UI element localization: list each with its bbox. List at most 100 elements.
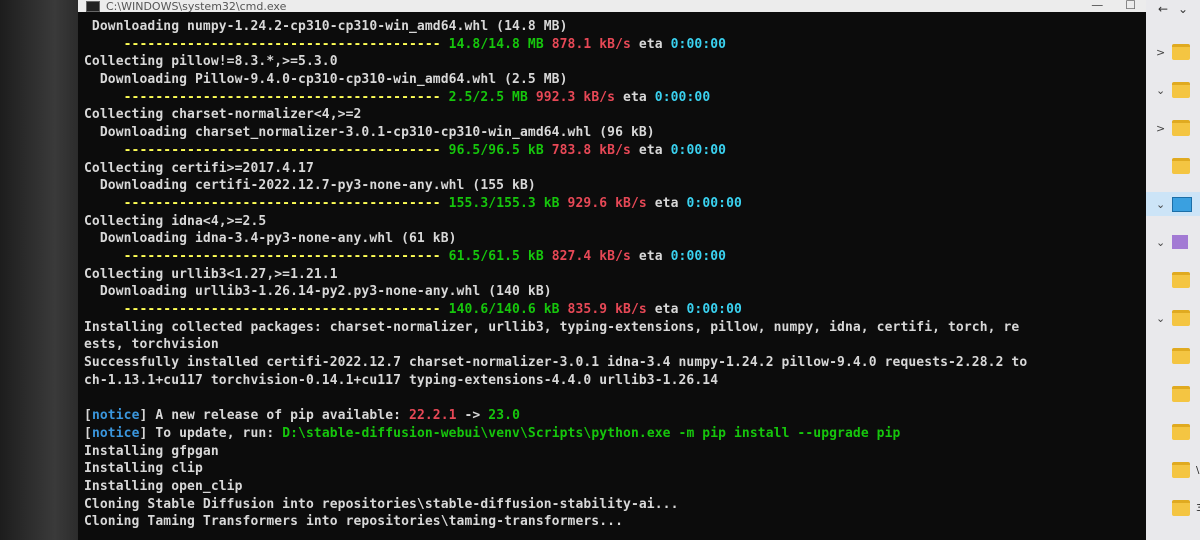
terminal-text-segment: Collecting certifi>=2017.4.17	[84, 160, 314, 176]
terminal-text-segment: eta	[638, 142, 671, 158]
terminal-text-segment: 878.1 kB/s	[551, 36, 639, 52]
terminal-line: ch-1.13.1+cu117 torchvision-0.14.1+cu117…	[84, 372, 1146, 390]
nav-pane-item[interactable]: >	[1146, 116, 1200, 140]
terminal-line: [notice] A new release of pip available:…	[84, 407, 1146, 425]
terminal-line: Collecting pillow!=8.3.*,>=5.3.0	[84, 53, 1146, 71]
terminal-line: ----------------------------------------…	[84, 142, 1146, 160]
folder-icon	[1172, 424, 1190, 440]
explorer-nav-pane[interactable]: ← ⌄ > ⌄ > ⌄ ⌄ ⌄ \ 3	[1146, 0, 1200, 540]
folder-icon	[1172, 462, 1190, 478]
nav-pane-item[interactable]: 3	[1146, 496, 1200, 520]
terminal-line: Cloning Stable Diffusion into repositori…	[84, 496, 1146, 514]
nav-pane-item[interactable]: ⌄	[1146, 306, 1200, 330]
terminal-text-segment: Installing clip	[84, 461, 203, 477]
terminal-text-segment: Downloading Pillow-9.4.0-cp310-cp310-win…	[84, 72, 568, 88]
window-controls: — ☐	[1091, 0, 1136, 12]
terminal-line: Downloading urllib3-1.26.14-py2.py3-none…	[84, 283, 1146, 301]
terminal-text-segment: ----------------------------------------	[84, 195, 449, 211]
terminal-text-segment: Downloading numpy-1.24.2-cp310-cp310-win…	[84, 19, 568, 34]
terminal-line: ----------------------------------------…	[84, 195, 1146, 213]
terminal-text-segment: 835.9 kB/s	[567, 302, 655, 317]
terminal-text-segment: ----------------------------------------	[84, 142, 449, 158]
nav-pane-item-label: 3	[1196, 502, 1200, 514]
terminal-text-segment: 2.5/2.5 MB	[448, 89, 536, 105]
folder-icon	[1172, 500, 1190, 516]
terminal-text-segment: 14.8/14.8 MB	[448, 36, 552, 52]
cmd-window[interactable]: C:\WINDOWS\system32\cmd.exe — ☐ Download…	[78, 0, 1146, 540]
folder-icon	[1172, 44, 1190, 60]
terminal-text-segment: ch-1.13.1+cu117 torchvision-0.14.1+cu117…	[84, 372, 719, 388]
title-bar[interactable]: C:\WINDOWS\system32\cmd.exe — ☐	[78, 0, 1146, 12]
nav-pane-top: ← ⌄	[1146, 0, 1200, 18]
terminal-text-segment: ] To update, run:	[139, 425, 283, 441]
terminal-line: Downloading Pillow-9.4.0-cp310-cp310-win…	[84, 71, 1146, 89]
terminal-text-segment: ----------------------------------------	[84, 36, 449, 52]
nav-pane-item[interactable]: ⌄	[1146, 192, 1200, 216]
folder-icon	[1172, 82, 1190, 98]
nav-pane-item[interactable]: >	[1146, 40, 1200, 64]
terminal-text-segment: Collecting charset-normalizer<4,>=2	[84, 107, 362, 123]
chevron-down-icon[interactable]: ⌄	[1178, 2, 1188, 16]
terminal-text-segment: ----------------------------------------	[84, 89, 449, 105]
nav-pane-item[interactable]	[1146, 382, 1200, 406]
nav-pane-item[interactable]	[1146, 268, 1200, 292]
terminal-line: Installing clip	[84, 460, 1146, 478]
terminal-text-segment: ----------------------------------------	[84, 302, 449, 317]
terminal-text-segment: ] A new release of pip available:	[139, 408, 410, 424]
nav-pane-item[interactable]	[1146, 420, 1200, 444]
terminal-text-segment: 0:00:00	[670, 142, 727, 158]
terminal-text-segment: Installing gfpgan	[84, 443, 219, 459]
terminal-text-segment: eta	[654, 302, 687, 317]
terminal-text-segment: Downloading urllib3-1.26.14-py2.py3-none…	[84, 284, 552, 300]
cmd-app-icon	[86, 0, 100, 12]
terminal-text-segment: 61.5/61.5 kB	[448, 248, 552, 264]
library-icon	[1172, 235, 1188, 249]
terminal-text-segment: Cloning Stable Diffusion into repositori…	[84, 496, 679, 512]
terminal-text-segment: 0:00:00	[686, 302, 742, 317]
window-title: C:\WINDOWS\system32\cmd.exe	[106, 0, 287, 12]
chevron-down-icon[interactable]: ⌄	[1156, 84, 1166, 97]
nav-pane-item[interactable]: \	[1146, 458, 1200, 482]
nav-pane-item[interactable]	[1146, 154, 1200, 178]
terminal-text-segment: 96.5/96.5 kB	[448, 142, 552, 158]
terminal-text-segment: Collecting idna<4,>=2.5	[84, 213, 267, 229]
terminal-text-segment: Downloading certifi-2022.12.7-py3-none-a…	[84, 178, 536, 194]
nav-pane-item[interactable]: ⌄	[1146, 230, 1200, 254]
chevron-right-icon[interactable]: >	[1156, 122, 1166, 135]
terminal-line: ----------------------------------------…	[84, 248, 1146, 266]
terminal-line: Collecting urllib3<1.27,>=1.21.1	[84, 266, 1146, 284]
terminal-line: Downloading certifi-2022.12.7-py3-none-a…	[84, 177, 1146, 195]
folder-icon	[1172, 272, 1190, 288]
terminal-text-segment: Downloading idna-3.4-py3-none-any.whl (6…	[84, 231, 457, 247]
computer-icon	[1172, 196, 1192, 212]
terminal-text-segment: D:\stable-diffusion-webui\venv\Scripts\p…	[282, 425, 901, 441]
chevron-right-icon[interactable]: >	[1156, 46, 1166, 59]
nav-pane-item[interactable]	[1146, 344, 1200, 368]
nav-pane-item[interactable]: ⌄	[1146, 78, 1200, 102]
terminal-text-segment: 783.8 kB/s	[551, 142, 639, 158]
terminal-text-segment: notice	[91, 408, 140, 424]
chevron-down-icon[interactable]: ⌄	[1156, 312, 1166, 325]
terminal-line: [notice] To update, run: D:\stable-diffu…	[84, 425, 1146, 443]
terminal-text-segment: ests, torchvision	[84, 337, 219, 353]
minimize-button[interactable]: —	[1091, 0, 1103, 12]
folder-icon	[1172, 348, 1190, 364]
folder-icon	[1172, 310, 1190, 326]
terminal-text-segment: eta	[623, 89, 655, 105]
terminal-output[interactable]: Downloading numpy-1.24.2-cp310-cp310-win…	[78, 12, 1146, 531]
terminal-line: Installing open_clip	[84, 478, 1146, 496]
back-arrow-icon[interactable]: ←	[1158, 2, 1168, 16]
maximize-button[interactable]: ☐	[1125, 0, 1136, 12]
folder-icon	[1172, 120, 1190, 136]
terminal-text-segment: 22.2.1	[409, 408, 457, 424]
folder-icon	[1172, 158, 1190, 174]
terminal-text-segment: 140.6/140.6 kB	[448, 302, 568, 317]
monitor-bezel	[0, 0, 78, 540]
chevron-down-icon[interactable]: ⌄	[1156, 236, 1166, 249]
terminal-text-segment: Successfully installed certifi-2022.12.7…	[84, 355, 1028, 371]
chevron-down-icon[interactable]: ⌄	[1156, 198, 1166, 211]
terminal-line: ----------------------------------------…	[84, 36, 1146, 54]
terminal-text-segment: Installing collected packages: charset-n…	[84, 319, 1020, 335]
folder-icon	[1172, 386, 1190, 402]
